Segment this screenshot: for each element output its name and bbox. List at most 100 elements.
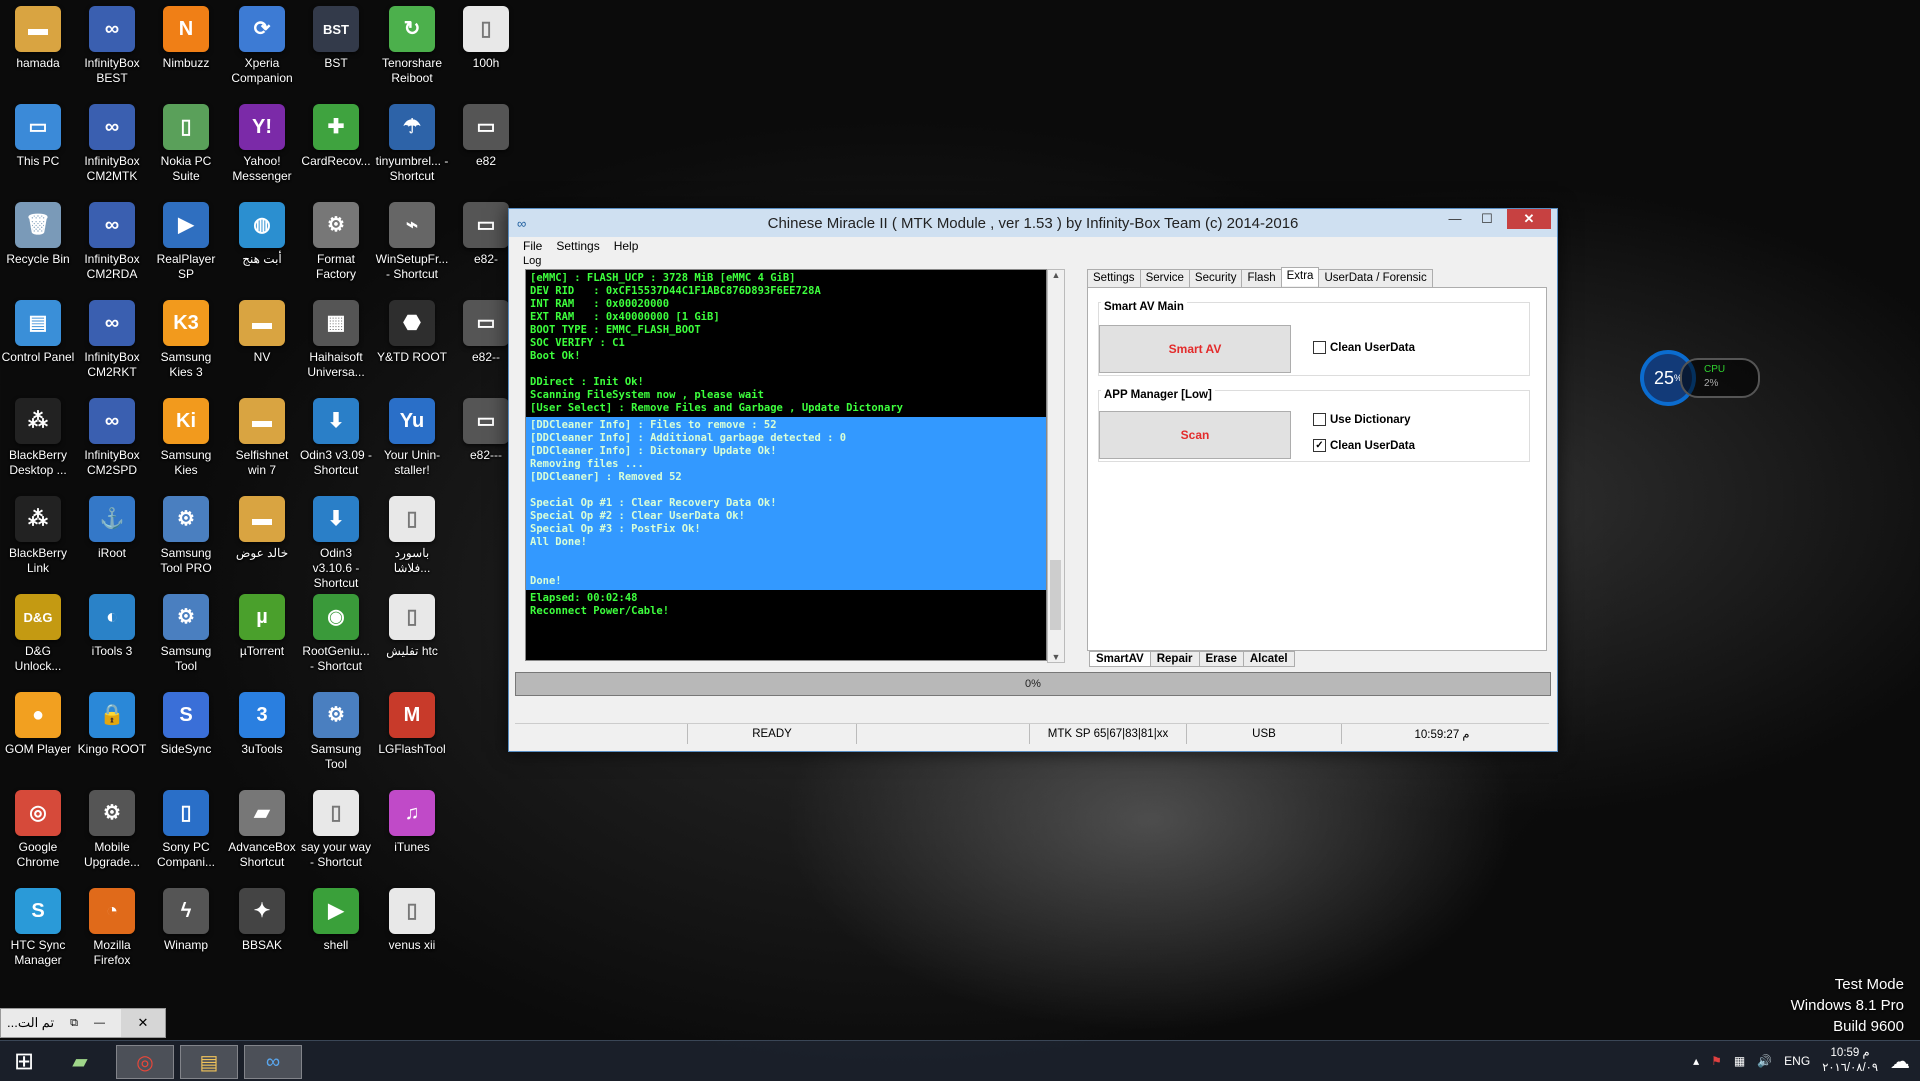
desktop-icon-59[interactable]: S HTC Sync Manager <box>0 882 76 980</box>
desktop-icon-61[interactable]: ϟ Winamp <box>148 882 224 980</box>
taskbar-chrome-icon[interactable]: ◎ <box>116 1045 174 1079</box>
desktop-icon-49[interactable]: S SideSync <box>148 686 224 784</box>
desktop-icon-22[interactable]: ∞ InfinityBox CM2RKT <box>74 294 150 392</box>
desktop-icon-30[interactable]: Ki Samsung Kies <box>148 392 224 490</box>
desktop-icon-41[interactable]: D&G D&G Unlock... <box>0 588 76 686</box>
tray-clock[interactable]: 10:59 م ٢٠١٦/٠٨/٠٩ <box>1822 1046 1878 1076</box>
desktop-icon-19[interactable]: ⌁ WinSetupFr... - Shortcut <box>374 196 450 294</box>
desktop-icon-8[interactable]: ∞ InfinityBox CM2MTK <box>74 98 150 196</box>
desktop-icon-43[interactable]: ⚙ Samsung Tool <box>148 588 224 686</box>
desktop-icon-54[interactable]: ⚙ Mobile Upgrade... <box>74 784 150 882</box>
chinese-miracle-window[interactable]: ∞ Chinese Miracle II ( MTK Module , ver … <box>508 208 1558 752</box>
desktop-icon-5[interactable]: ↻ Tenorshare Reiboot <box>374 0 450 98</box>
subtab-alcatel[interactable]: Alcatel <box>1242 651 1295 667</box>
tab-security[interactable]: Security <box>1188 269 1243 288</box>
close-button[interactable]: ✕ <box>1507 209 1551 229</box>
desktop-icon-6[interactable]: ▯ 100h <box>448 0 524 98</box>
menu-settings[interactable]: Settings <box>556 239 599 253</box>
scroll-up-arrow-icon[interactable]: ▲ <box>1048 270 1064 280</box>
tab-settings[interactable]: Settings <box>1087 269 1141 288</box>
desktop-icon-10[interactable]: Y! Yahoo! Messenger <box>224 98 300 196</box>
desktop-icon-28[interactable]: ⁂ BlackBerry Desktop ... <box>0 392 76 490</box>
menu-file[interactable]: File <box>523 239 542 253</box>
desktop-icon-46[interactable]: ▯ تفليش htc <box>374 588 450 686</box>
checkbox-box[interactable]: ✓ <box>1313 439 1326 452</box>
minimize-button[interactable]: — <box>1441 209 1469 229</box>
desktop-icon-1[interactable]: ∞ InfinityBox BEST <box>74 0 150 98</box>
desktop-icon-53[interactable]: ◎ Google Chrome <box>0 784 76 882</box>
desktop-icon-42[interactable]: ◐ iTools 3 <box>74 588 150 686</box>
subtab-smartav[interactable]: SmartAV <box>1089 651 1151 667</box>
tab-userdata-forensic[interactable]: UserData / Forensic <box>1318 269 1433 288</box>
tray-weather-cloud-icon[interactable]: ☁ <box>1890 1049 1910 1074</box>
scan-button[interactable]: Scan <box>1099 411 1291 459</box>
desktop-icon-4[interactable]: BST BST <box>298 0 374 98</box>
tab-service[interactable]: Service <box>1139 269 1190 288</box>
cpu-widget[interactable]: 25% CPU 2% <box>1640 350 1760 406</box>
desktop-icon-26[interactable]: ⬣ Y&TD ROOT <box>374 294 450 392</box>
desktop-icon-3[interactable]: ⟳ Xperia Companion <box>224 0 300 98</box>
desktop-icon-56[interactable]: ▰ AdvanceBox Shortcut <box>224 784 300 882</box>
taskbar-tool-app-icon[interactable]: ▰ <box>52 1045 108 1077</box>
maximize-button[interactable]: ☐ <box>1473 209 1501 229</box>
desktop-icon-47[interactable]: ● GOM Player <box>0 686 76 784</box>
mini-restore-button[interactable]: ⧉ <box>70 1017 78 1030</box>
start-button[interactable]: ⊞ <box>0 1045 48 1077</box>
desktop-icon-48[interactable]: 🔒 Kingo ROOT <box>74 686 150 784</box>
tray-flag-icon[interactable]: ⚑ <box>1711 1054 1722 1068</box>
desktop-icon-37[interactable]: ⚙ Samsung Tool PRO <box>148 490 224 588</box>
log-scrollbar[interactable]: ▲ ▼ <box>1047 269 1065 663</box>
menu-help[interactable]: Help <box>614 239 639 253</box>
desktop-icon-50[interactable]: 3 3uTools <box>224 686 300 784</box>
taskbar-mtk-infinity-icon[interactable]: ∞ <box>244 1045 302 1079</box>
desktop-icon-40[interactable]: ▯ باسورد فلاشا... <box>374 490 450 588</box>
tray-chevron-up-icon[interactable]: ▴ <box>1693 1054 1699 1068</box>
desktop-icon-24[interactable]: ▬ NV <box>224 294 300 392</box>
desktop-icon-32[interactable]: ⬇ Odin3 v3.09 - Shortcut <box>298 392 374 490</box>
desktop-icon-29[interactable]: ∞ InfinityBox CM2SPD <box>74 392 150 490</box>
desktop-icon-63[interactable]: ▶ shell <box>298 882 374 980</box>
minimized-window[interactable]: ...تم الت ⧉ — ✕ <box>0 1008 166 1038</box>
taskbar-file-explorer-icon[interactable]: ▤ <box>180 1045 238 1079</box>
desktop-icon-15[interactable]: ∞ InfinityBox CM2RDA <box>74 196 150 294</box>
desktop-icon-14[interactable]: 🗑 Recycle Bin <box>0 196 76 294</box>
mini-close-button[interactable]: ✕ <box>121 1009 165 1037</box>
desktop-icon-44[interactable]: µ µTorrent <box>224 588 300 686</box>
desktop-icon-7[interactable]: ▭ This PC <box>0 98 76 196</box>
desktop-icon-21[interactable]: ▤ Control Panel <box>0 294 76 392</box>
desktop-icon-45[interactable]: ◉ RootGeniu... - Shortcut <box>298 588 374 686</box>
desktop-icon-60[interactable]: ◔ Mozilla Firefox <box>74 882 150 980</box>
smart-av-button[interactable]: Smart AV <box>1099 325 1291 373</box>
subtab-repair[interactable]: Repair <box>1149 651 1200 667</box>
tray-language[interactable]: ENG <box>1784 1054 1810 1068</box>
desktop-icon-39[interactable]: ⬇ Odin3 v3.10.6 - Shortcut <box>298 490 374 590</box>
desktop-icon-0[interactable]: ▬ hamada <box>0 0 76 98</box>
desktop-icon-38[interactable]: ▬ خالد عوض <box>224 490 300 588</box>
subtab-erase[interactable]: Erase <box>1198 651 1244 667</box>
desktop-icon-25[interactable]: ▦ Haihaisoft Universa... <box>298 294 374 392</box>
app-clean-userdata-checkbox[interactable]: ✓ Clean UserData <box>1313 439 1415 452</box>
smart-av-clean-userdata-checkbox[interactable]: Clean UserData <box>1313 341 1415 354</box>
title-bar[interactable]: ∞ Chinese Miracle II ( MTK Module , ver … <box>509 209 1557 237</box>
log-output[interactable]: [eMMC] : FLASH_UCP : 3728 MiB [eMMC 4 Gi… <box>525 269 1047 661</box>
checkbox-box[interactable] <box>1313 413 1326 426</box>
tab-extra[interactable]: Extra <box>1280 267 1320 286</box>
scroll-thumb[interactable] <box>1050 560 1061 630</box>
desktop-icon-57[interactable]: ▯ say your way - Shortcut <box>298 784 374 882</box>
checkbox-box[interactable] <box>1313 341 1326 354</box>
desktop-icon-52[interactable]: M LGFlashTool <box>374 686 450 784</box>
desktop-icon-33[interactable]: Yu Your Unin-staller! <box>374 392 450 490</box>
desktop-icon-9[interactable]: ▯ Nokia PC Suite <box>148 98 224 196</box>
tray-network-icon[interactable]: ▦ <box>1734 1054 1745 1068</box>
mini-minimize-button[interactable]: — <box>94 1017 105 1029</box>
desktop-icon-64[interactable]: ▯ venus xii <box>374 882 450 980</box>
desktop-icon-23[interactable]: K3 Samsung Kies 3 <box>148 294 224 392</box>
desktop-icon-31[interactable]: ▬ Selfishnet win 7 <box>224 392 300 490</box>
desktop-icon-16[interactable]: ▶ RealPlayer SP <box>148 196 224 294</box>
desktop-icon-12[interactable]: ☂ tinyumbrel... - Shortcut <box>374 98 450 196</box>
desktop-icon-13[interactable]: ▭ e82 <box>448 98 524 196</box>
desktop-icon-55[interactable]: ▯ Sony PC Compani... <box>148 784 224 882</box>
use-dictionary-checkbox[interactable]: Use Dictionary <box>1313 413 1411 426</box>
desktop-icon-62[interactable]: ✦ BBSAK <box>224 882 300 980</box>
desktop-icon-58[interactable]: ♫ iTunes <box>374 784 450 882</box>
